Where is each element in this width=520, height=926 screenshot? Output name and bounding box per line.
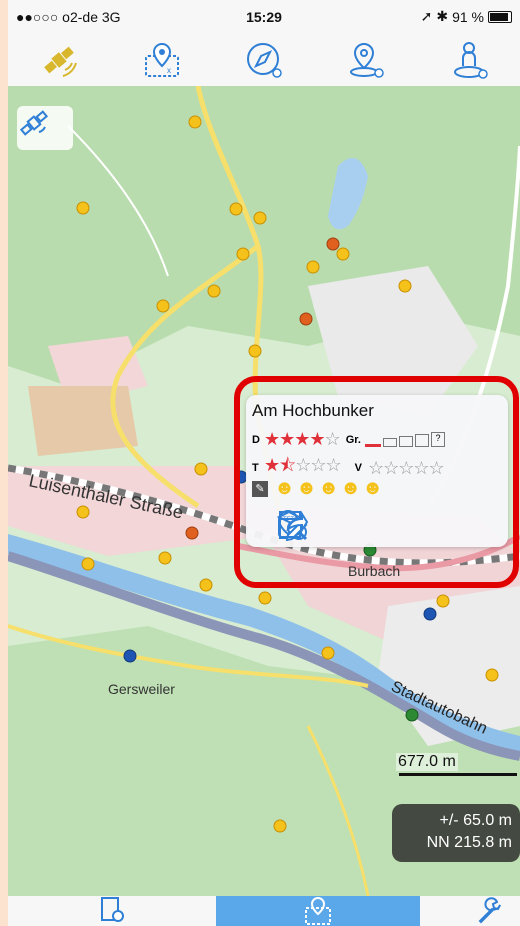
accuracy-panel: +/- 65.0 m NN 215.8 m — [392, 804, 520, 862]
highlight-frame — [234, 376, 519, 588]
bottom-tabbar — [8, 896, 520, 926]
compass-icon — [246, 43, 282, 78]
person-location-icon — [453, 42, 488, 79]
app-screen: ●●○○○ o2-de 3G 15:29 ➚ ✱ 91 % x Luisenth… — [8, 0, 520, 926]
satellite-button[interactable] — [36, 37, 82, 83]
status-bar: ●●○○○ o2-de 3G 15:29 ➚ ✱ 91 % — [8, 0, 520, 34]
elevation-value: NN 215.8 m — [426, 834, 512, 851]
map-marker-icon: x — [144, 42, 179, 77]
map-view[interactable]: Luisenthaler Straße Burbach Gersweiler S… — [8, 86, 520, 896]
accuracy-value: +/- 65.0 m — [439, 812, 512, 829]
tab-settings[interactable] — [460, 896, 520, 926]
svg-text:x: x — [167, 66, 171, 75]
bluetooth-icon: ✱ — [436, 8, 449, 24]
location-arrow-icon: ➚ — [420, 8, 433, 24]
compass-button[interactable] — [241, 37, 287, 83]
person-location-button[interactable] — [446, 37, 492, 83]
scale-bar — [399, 773, 517, 776]
status-right: ➚ ✱ 91 % — [421, 8, 512, 25]
gps-button[interactable] — [17, 106, 73, 150]
location-history-button[interactable] — [343, 37, 389, 83]
location-history-icon — [350, 42, 385, 78]
satellite-gps-icon — [19, 110, 49, 136]
map-marker-tab-icon — [305, 896, 331, 925]
map-marker-button[interactable]: x — [139, 37, 185, 83]
tab-list[interactable] — [78, 896, 148, 926]
town-label-gersweiler: Gersweiler — [108, 681, 175, 697]
battery-percent: 91 % — [452, 8, 484, 25]
scale-label: 677.0 m — [396, 753, 458, 771]
satellite-icon — [44, 46, 78, 77]
battery-icon — [488, 10, 512, 23]
top-toolbar: x — [8, 34, 520, 87]
document-search-icon — [101, 897, 124, 922]
tab-map[interactable] — [216, 896, 420, 926]
wrench-icon — [478, 897, 501, 924]
